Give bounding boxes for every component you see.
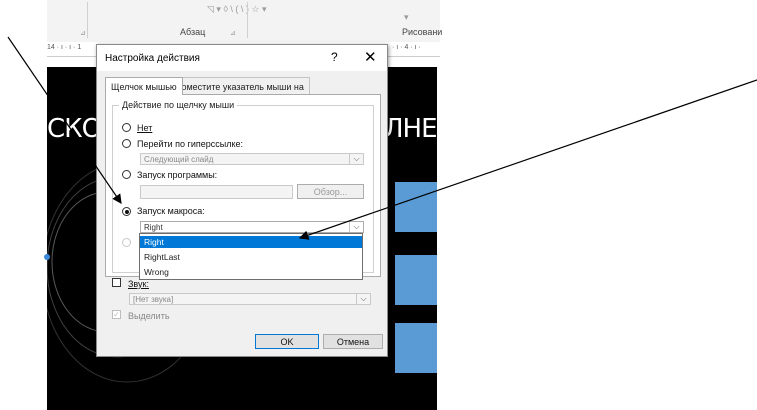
sound-select: [Нет звука] ⌵ — [129, 293, 371, 305]
radio-none[interactable] — [122, 123, 131, 132]
ribbon-group-paragraph: Абзац — [180, 27, 206, 37]
dialog-title: Настройка действия — [105, 53, 200, 64]
slide-answer-button[interactable] — [395, 182, 437, 232]
macro-dropdown-list[interactable]: Right RightLast Wrong — [139, 233, 363, 280]
ribbon: ◹ ▾ ◊ \ ( \ ) ☆ ▾ ⊿ Абзац ⊿ Рисовани ▾ — [47, 0, 443, 42]
highlight-label: Выделить — [128, 311, 170, 321]
radio-none-label[interactable]: Нет — [137, 123, 152, 133]
radio-run-program-label[interactable]: Запуск программы: — [137, 170, 217, 180]
action-settings-dialog: Настройка действия ? ✕ Щелчок мышью Поме… — [96, 44, 388, 357]
highlight-checkbox: ✓ — [112, 310, 121, 319]
list-item[interactable]: RightLast — [140, 251, 362, 263]
chevron-down-icon[interactable]: ▾ — [404, 12, 409, 23]
list-item[interactable]: Wrong — [140, 266, 362, 278]
program-path-input — [140, 185, 293, 199]
sound-checkbox[interactable] — [112, 278, 121, 287]
radio-object-action — [122, 238, 131, 247]
sound-label[interactable]: Звук: — [128, 279, 149, 289]
radio-run-macro[interactable] — [122, 207, 131, 216]
ruler-left-ticks: 14 · ı · ı · 1 — [47, 44, 82, 51]
macro-select[interactable]: Right ⌵ — [140, 221, 364, 233]
slide-answer-button[interactable] — [395, 323, 437, 373]
cancel-button[interactable]: Отмена — [323, 334, 383, 349]
selection-handle[interactable] — [44, 254, 50, 260]
radio-run-macro-label[interactable]: Запуск макроса: — [137, 206, 205, 216]
action-group-label: Действие по щелчку мыши — [119, 100, 238, 110]
tab-mouse-over[interactable]: Поместите указатель мыши на — [169, 77, 310, 94]
chevron-down-icon: ⌵ — [349, 154, 363, 164]
radio-hyperlink[interactable] — [122, 139, 131, 148]
hyperlink-select-value: Следующий слайд — [144, 155, 214, 164]
dialog-launcher-icon[interactable]: ⊿ — [80, 29, 86, 37]
radio-run-program[interactable] — [122, 170, 131, 179]
tab-mouse-click[interactable]: Щелчок мышью — [105, 77, 183, 95]
macro-select-value: Right — [144, 223, 163, 232]
close-icon[interactable]: ✕ — [364, 48, 377, 66]
sound-select-value: [Нет звука] — [133, 295, 174, 304]
ribbon-separator — [87, 2, 88, 38]
ok-button[interactable]: OK — [255, 334, 319, 349]
chevron-down-icon[interactable]: ⌵ — [349, 222, 363, 232]
ribbon-separator — [247, 2, 248, 38]
hyperlink-select: Следующий слайд ⌵ — [140, 153, 364, 165]
chevron-down-icon: ⌵ — [356, 294, 370, 304]
ruler-right-ticks: · ı · 4 · ı · — [392, 44, 421, 51]
dialog-titlebar: Настройка действия ? ✕ — [97, 45, 387, 71]
help-icon[interactable]: ? — [331, 50, 338, 64]
slide-answer-button[interactable] — [395, 255, 437, 305]
list-item[interactable]: Right — [140, 236, 362, 248]
browse-button: Обзор... — [297, 184, 364, 199]
ribbon-group-drawing: Рисовани — [402, 27, 443, 37]
ribbon-faded-controls: ◹ ▾ ◊ \ ( \ ) ☆ ▾ — [207, 4, 267, 14]
radio-hyperlink-label[interactable]: Перейти по гиперссылке: — [137, 139, 243, 149]
dialog-launcher-icon[interactable]: ⊿ — [230, 29, 236, 37]
